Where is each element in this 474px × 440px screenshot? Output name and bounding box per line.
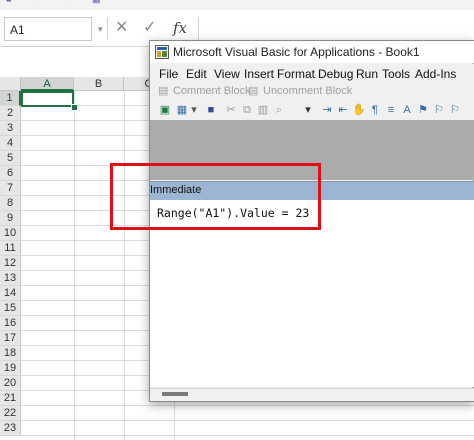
row-header-2[interactable]: 2 — [0, 106, 21, 121]
vba-logo-icon — [155, 45, 169, 59]
grid-line — [124, 91, 125, 440]
next-bookmark-icon[interactable]: ⚐ — [432, 103, 446, 117]
parameter-info-icon[interactable]: A — [400, 103, 414, 117]
row-header-12[interactable]: 12 — [0, 256, 21, 271]
menu-tools[interactable]: Tools — [382, 66, 410, 82]
list-members-icon[interactable]: ≡ — [384, 103, 398, 117]
uncomment-block-button[interactable]: Uncomment Block — [263, 84, 352, 98]
dropdown-arrow-icon[interactable]: ▾ — [190, 103, 198, 117]
insert-module-icon[interactable]: ▦ — [175, 103, 189, 117]
menu-run[interactable]: Run — [356, 66, 378, 82]
quick-info-icon[interactable]: ¶ — [368, 103, 382, 117]
row-header-16[interactable]: 16 — [0, 316, 21, 331]
row-header-3[interactable]: 3 — [0, 121, 21, 136]
select-all-corner[interactable] — [0, 77, 21, 91]
menu-add-ins[interactable]: Add-Ins — [415, 66, 456, 82]
row-header-7[interactable]: 7 — [0, 181, 21, 196]
menu-debug[interactable]: Debug — [318, 66, 353, 82]
row-header-1[interactable]: 1 — [0, 91, 21, 106]
menu-file[interactable]: File — [159, 66, 178, 82]
name-box[interactable]: A1 — [4, 17, 92, 41]
menu-edit[interactable]: Edit — [186, 66, 207, 82]
row-header-11[interactable]: 11 — [0, 241, 21, 256]
save-icon[interactable]: ■ — [6, 0, 16, 4]
menu-insert[interactable]: Insert — [244, 66, 274, 82]
row-header-9[interactable]: 9 — [0, 211, 21, 226]
row-header-21[interactable]: 21 — [0, 391, 21, 406]
grid-line — [21, 405, 474, 406]
fill-handle[interactable] — [71, 104, 78, 111]
row-header-14[interactable]: 14 — [0, 286, 21, 301]
paste-icon[interactable]: ▥ — [256, 103, 270, 117]
row-header-18[interactable]: 18 — [0, 346, 21, 361]
formula-bar-divider — [107, 18, 108, 40]
comment-block-button[interactable]: Comment Block — [173, 84, 251, 98]
highlight-annotation-box — [110, 163, 321, 230]
uncomment-block-icon: ▤ — [248, 85, 259, 97]
indent-icon[interactable]: ⇥ — [320, 103, 334, 117]
clear-bookmarks-icon[interactable]: ⚐ — [448, 103, 462, 117]
insert-function-button[interactable]: fx — [173, 16, 191, 40]
toolbar-overflow-icon[interactable]: ▾ — [304, 103, 312, 117]
enter-entry-button[interactable]: ✓ — [143, 16, 159, 40]
chevron-down-icon[interactable]: ▾ — [98, 17, 106, 41]
picture-icon[interactable]: ▦ — [92, 0, 102, 4]
row-header-8[interactable]: 8 — [0, 196, 21, 211]
menu-view[interactable]: View — [214, 66, 240, 82]
grid-line — [74, 91, 75, 440]
redo-icon[interactable]: ↷ — [60, 0, 70, 4]
quick-access-toolbar: ■ ↶ ↷ ▦ — [0, 0, 474, 10]
row-header-20[interactable]: 20 — [0, 376, 21, 391]
scrollbar-thumb[interactable] — [162, 392, 188, 396]
undo-icon[interactable]: ↶ — [36, 0, 46, 4]
vba-window-title: Microsoft Visual Basic for Applications … — [173, 45, 420, 59]
row-header-15[interactable]: 15 — [0, 301, 21, 316]
row-header-4[interactable]: 4 — [0, 136, 21, 151]
active-cell-a1[interactable] — [21, 91, 74, 107]
row-header-13[interactable]: 13 — [0, 271, 21, 286]
bookmark-icon[interactable]: ⚑ — [416, 103, 430, 117]
view-excel-icon[interactable]: ▣ — [158, 103, 172, 117]
row-header-22[interactable]: 22 — [0, 406, 21, 421]
column-header-b[interactable]: B — [74, 77, 124, 91]
row-header-17[interactable]: 17 — [0, 331, 21, 346]
find-icon[interactable]: ⌕ — [272, 103, 286, 117]
formula-input[interactable] — [198, 17, 474, 41]
save-icon[interactable]: ■ — [204, 103, 218, 117]
comment-block-icon: ▤ — [158, 85, 169, 97]
menu-format[interactable]: Format — [277, 66, 315, 82]
horizontal-scrollbar[interactable] — [150, 388, 474, 401]
outdent-icon[interactable]: ⇤ — [336, 103, 350, 117]
copy-icon[interactable]: ⧉ — [240, 103, 254, 117]
toggle-breakpoint-icon[interactable]: ✋ — [352, 103, 366, 117]
column-header-a[interactable]: A — [21, 77, 74, 91]
row-header-5[interactable]: 5 — [0, 151, 21, 166]
grid-line — [21, 435, 474, 436]
cut-icon[interactable]: ✂ — [224, 103, 238, 117]
cancel-entry-button[interactable]: ✕ — [115, 16, 131, 40]
grid-line — [21, 420, 474, 421]
row-header-23[interactable]: 23 — [0, 421, 21, 436]
row-header-10[interactable]: 10 — [0, 226, 21, 241]
row-header-19[interactable]: 19 — [0, 361, 21, 376]
row-header-6[interactable]: 6 — [0, 166, 21, 181]
